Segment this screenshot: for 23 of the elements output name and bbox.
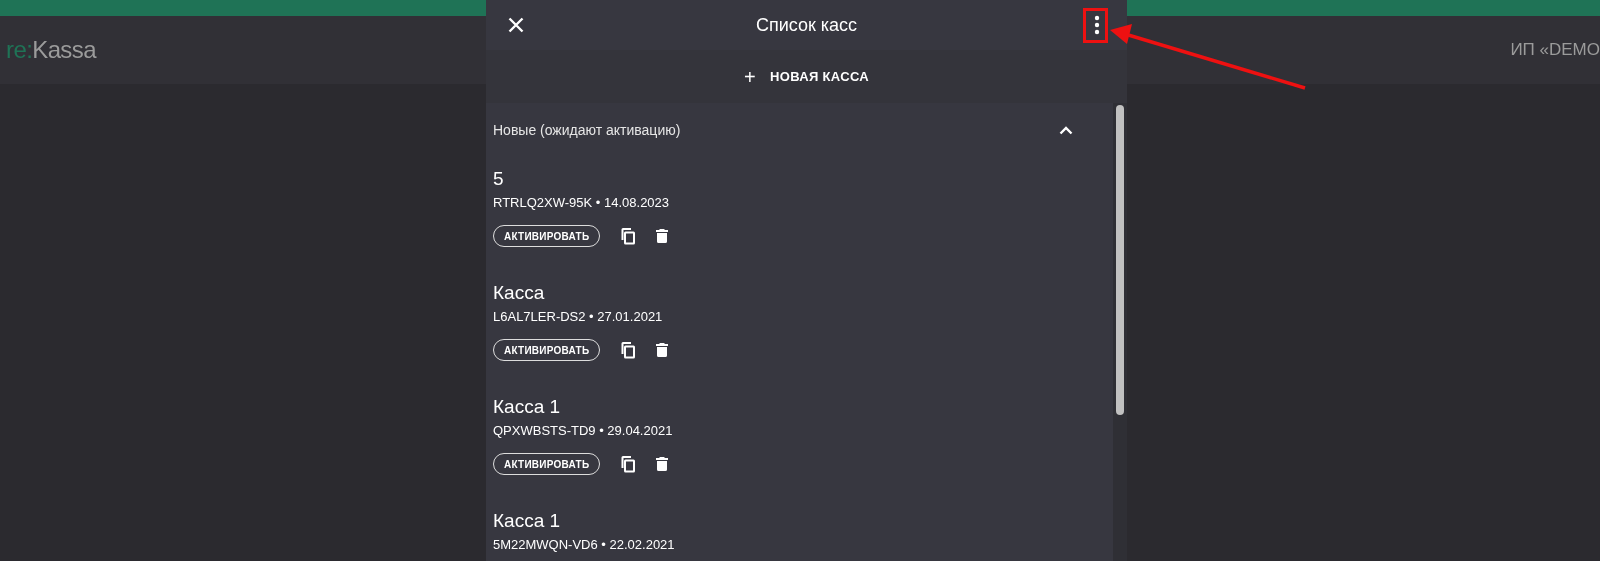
register-details: L6AL7LER-DS2 • 27.01.2021 — [493, 308, 664, 326]
copy-icon[interactable] — [620, 455, 637, 473]
close-icon[interactable] — [508, 17, 524, 33]
logo[interactable]: re:Kassa — [6, 32, 96, 68]
register-name: Касса 1 — [493, 509, 562, 533]
trash-icon[interactable] — [656, 343, 669, 357]
more-icon[interactable] — [1094, 15, 1100, 35]
copy-icon[interactable] — [620, 341, 637, 359]
trash-icon[interactable] — [656, 229, 669, 243]
register-details: RTRLQ2XW-95K • 14.08.2023 — [493, 194, 671, 212]
new-register-button[interactable]: + НОВАЯ КАССА — [736, 57, 877, 96]
register-details: QPXWBSTS-TD9 • 29.04.2021 — [493, 422, 674, 440]
company-name[interactable]: ИП «DEMO — [1510, 37, 1600, 63]
scrollbar[interactable] — [1113, 103, 1127, 561]
chevron-up-icon[interactable] — [1059, 125, 1073, 135]
copy-icon[interactable] — [620, 227, 637, 245]
section-header[interactable]: Новые (ожидают активацию) — [486, 103, 1113, 157]
register-name: Касса 1 — [493, 395, 562, 419]
panel-title: Список касс — [755, 13, 858, 37]
register-name: 5 — [493, 167, 505, 191]
trash-icon[interactable] — [656, 457, 669, 471]
register-details: 5M22MWQN-VD6 • 22.02.2021 — [493, 536, 676, 554]
register-name: Касса — [493, 281, 546, 305]
